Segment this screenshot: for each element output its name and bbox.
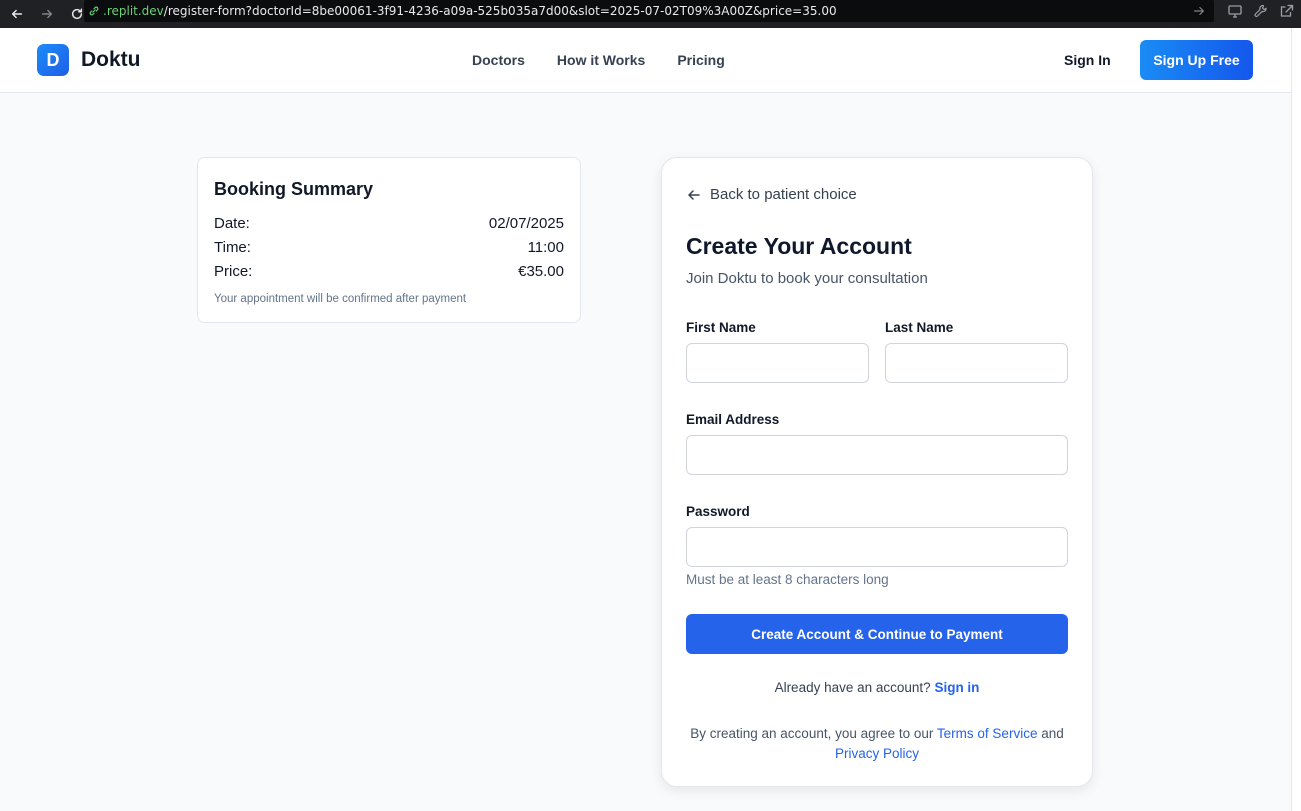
back-label: Back to patient choice xyxy=(710,186,857,203)
sign-in-link[interactable]: Sign In xyxy=(1064,52,1111,68)
nav-link-doctors[interactable]: Doctors xyxy=(472,52,525,68)
back-to-patient-choice-link[interactable]: Back to patient choice xyxy=(686,186,857,203)
summary-row-price: Price: €35.00 xyxy=(214,260,564,284)
summary-label: Time: xyxy=(214,239,251,256)
scrollbar[interactable] xyxy=(1291,28,1301,811)
already-text: Already have an account? xyxy=(774,680,931,695)
terms-and: and xyxy=(1041,726,1064,741)
page-subtitle: Join Doktu to book your consultation xyxy=(686,270,928,287)
forward-arrow-icon[interactable] xyxy=(34,3,60,25)
open-external-icon[interactable] xyxy=(1279,3,1295,19)
main-nav: Doctors How it Works Pricing xyxy=(472,52,757,68)
wrench-icon[interactable] xyxy=(1253,3,1269,19)
summary-note: Your appointment will be confirmed after… xyxy=(214,293,467,305)
summary-value: 11:00 xyxy=(527,239,564,256)
summary-label: Date: xyxy=(214,215,250,232)
browser-toolbar: .replit.dev/register-form?doctorId=8be00… xyxy=(0,0,1301,28)
logo-mark: D xyxy=(37,44,69,76)
page-title: Create Your Account xyxy=(686,233,912,259)
brand-logo[interactable]: D Doktu xyxy=(37,44,141,76)
first-name-field[interactable] xyxy=(686,343,869,383)
sign-up-button[interactable]: Sign Up Free xyxy=(1140,40,1253,80)
privacy-policy-link[interactable]: Privacy Policy xyxy=(835,746,919,761)
booking-summary-title: Booking Summary xyxy=(214,179,374,199)
address-bar[interactable]: .replit.dev/register-form?doctorId=8be00… xyxy=(84,0,1214,22)
site-header: D Doktu Doctors How it Works Pricing Sig… xyxy=(0,28,1291,93)
back-arrow-icon[interactable] xyxy=(4,3,30,25)
password-field[interactable] xyxy=(686,527,1068,567)
sign-in-link[interactable]: Sign in xyxy=(934,680,979,695)
last-name-field[interactable] xyxy=(885,343,1068,383)
email-label: Email Address xyxy=(686,412,780,427)
create-account-button[interactable]: Create Account & Continue to Payment xyxy=(686,614,1068,654)
url-host: .replit.dev xyxy=(103,4,164,18)
summary-value: 02/07/2025 xyxy=(488,215,564,232)
arrow-left-icon xyxy=(688,189,700,200)
last-name-label: Last Name xyxy=(885,320,954,335)
nav-link-how-it-works[interactable]: How it Works xyxy=(557,52,645,68)
monitor-icon[interactable] xyxy=(1227,3,1243,19)
brand-name: Doktu xyxy=(81,48,141,71)
email-field[interactable] xyxy=(686,435,1068,475)
booking-summary-card: Booking Summary Date: 02/07/2025 Time: 1… xyxy=(197,157,581,323)
summary-row-time: Time: 11:00 xyxy=(214,236,564,260)
password-hint: Must be at least 8 characters long xyxy=(686,572,889,587)
password-label: Password xyxy=(686,504,750,519)
terms-prefix: By creating an account, you agree to our xyxy=(690,726,934,741)
link-icon xyxy=(89,6,99,16)
first-name-label: First Name xyxy=(686,320,756,335)
url-path: /register-form?doctorId=8be00061-3f91-42… xyxy=(163,4,837,18)
summary-label: Price: xyxy=(214,263,253,280)
summary-row-date: Date: 02/07/2025 xyxy=(214,212,564,236)
summary-value: €35.00 xyxy=(518,263,564,280)
browser-extension-icons xyxy=(1227,0,1295,22)
already-have-account: Already have an account? Sign in xyxy=(662,680,1092,695)
go-arrow-icon[interactable] xyxy=(1192,4,1206,18)
nav-link-pricing[interactable]: Pricing xyxy=(677,52,724,68)
terms-of-service-link[interactable]: Terms of Service xyxy=(937,726,1038,741)
register-form-card: Back to patient choice Create Your Accou… xyxy=(661,157,1093,787)
terms-notice: By creating an account, you agree to our… xyxy=(686,724,1068,764)
